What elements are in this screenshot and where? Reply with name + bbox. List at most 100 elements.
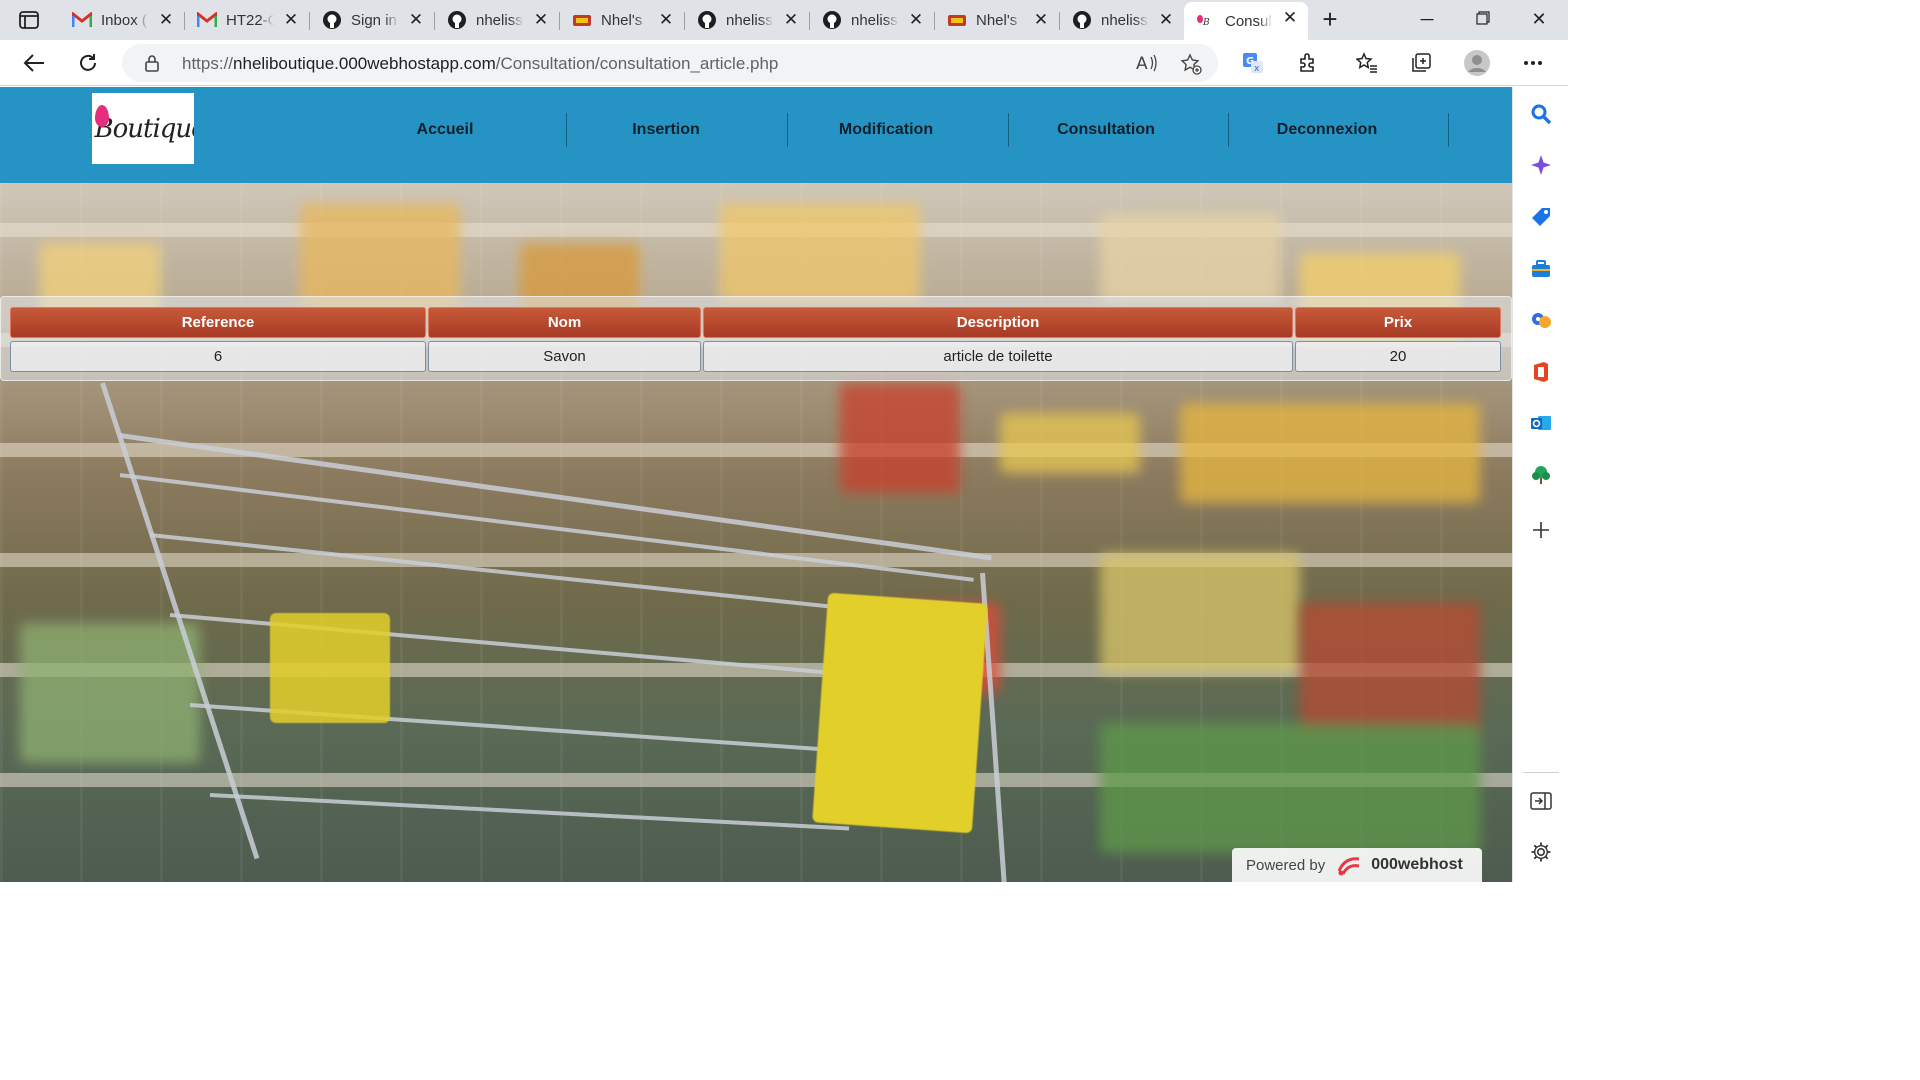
search-icon[interactable] xyxy=(1529,102,1553,126)
tab-actions-button[interactable] xyxy=(10,6,48,34)
tab-title: Nhel's xyxy=(601,11,643,29)
nav-deconnexion[interactable]: Deconnexion xyxy=(1227,113,1427,147)
pin-icon xyxy=(95,105,109,127)
nav-modification[interactable]: Modification xyxy=(786,113,986,147)
tab-title: Inbox ( xyxy=(101,11,147,29)
hide-sidebar-icon[interactable] xyxy=(1529,789,1553,813)
github-icon xyxy=(822,10,842,30)
browser-tab[interactable]: Sign in ✕ xyxy=(310,4,435,36)
svg-text:B: B xyxy=(1202,18,1210,28)
close-icon[interactable]: ✕ xyxy=(283,11,299,28)
translate-icon[interactable]: Gx xyxy=(1239,49,1267,77)
powered-by-badge[interactable]: Powered by 000webhost xyxy=(1232,848,1482,882)
tab-strip: Inbox ( ✕ HT22-C ✕ Sign in ✕ nheliss ✕ N… xyxy=(0,0,1568,40)
tools-briefcase-icon[interactable] xyxy=(1529,257,1553,281)
new-tab-button[interactable]: + xyxy=(1316,6,1344,34)
gmail-icon xyxy=(197,10,217,30)
tree-icon[interactable] xyxy=(1529,463,1553,487)
browser-tab[interactable]: Inbox ( ✕ xyxy=(60,4,185,36)
close-icon[interactable]: ✕ xyxy=(1033,11,1049,28)
table-cell-reference: 6 xyxy=(10,341,426,372)
gmail-icon xyxy=(72,10,92,30)
extensions-icon[interactable] xyxy=(1294,49,1322,77)
address-toolbar: https://nheliboutique.000webhostapp.com/… xyxy=(0,40,1568,86)
tab-title: Sign in xyxy=(351,11,397,29)
tab-title: Consul xyxy=(1225,12,1272,30)
nav-consultation[interactable]: Consultation xyxy=(1006,113,1206,147)
collections-icon[interactable] xyxy=(1407,49,1435,77)
github-icon xyxy=(1072,10,1092,30)
column-header-prix: Prix xyxy=(1295,307,1501,338)
table-cell-prix: 20 xyxy=(1295,341,1501,372)
close-icon[interactable]: ✕ xyxy=(408,11,424,28)
favorites-icon[interactable] xyxy=(1353,49,1381,77)
tab-title: HT22-C xyxy=(226,11,274,29)
close-icon[interactable]: ✕ xyxy=(783,11,799,28)
browser-tab[interactable]: nheliss ✕ xyxy=(1060,4,1184,36)
close-icon[interactable]: ✕ xyxy=(533,11,549,28)
office-icon[interactable] xyxy=(1529,360,1553,384)
browser-tab-active[interactable]: B Consul ✕ xyxy=(1184,2,1308,40)
tab-title: nheliss xyxy=(476,11,523,29)
add-favorite-icon[interactable] xyxy=(1180,53,1202,80)
nav-accueil[interactable]: Accueil xyxy=(345,113,545,147)
powered-by-brand: 000webhost xyxy=(1371,856,1463,873)
copilot-sparkle-icon[interactable] xyxy=(1529,153,1553,177)
close-icon[interactable]: ✕ xyxy=(658,11,674,28)
back-arrow-icon xyxy=(23,54,44,72)
shopping-tag-icon[interactable] xyxy=(1529,205,1553,229)
profile-avatar[interactable] xyxy=(1463,49,1491,77)
cart-handle-tag xyxy=(812,592,988,834)
games-icon[interactable] xyxy=(1529,308,1553,332)
lock-icon[interactable] xyxy=(144,54,160,77)
tab-actions-icon xyxy=(19,11,39,29)
article-table: Reference Nom Description Prix 6 Savon a… xyxy=(0,296,1512,381)
browser-tab[interactable]: nheliss ✕ xyxy=(435,4,560,36)
browser-tab[interactable]: Nhel's ✕ xyxy=(560,4,685,36)
tab-title: nheliss xyxy=(851,11,898,29)
tab-title: nheliss xyxy=(726,11,773,29)
url-text[interactable]: https://nheliboutique.000webhostapp.com/… xyxy=(182,54,778,74)
add-icon[interactable] xyxy=(1529,518,1553,542)
browser-tab[interactable]: HT22-C ✕ xyxy=(185,4,310,36)
github-icon xyxy=(697,10,717,30)
outlook-icon[interactable] xyxy=(1529,411,1553,435)
site-header: Boutique Accueil Insertion Modification … xyxy=(0,87,1512,183)
minimize-button[interactable]: ─ xyxy=(1415,8,1439,32)
edge-sidebar xyxy=(1512,87,1568,882)
table-cell-nom: Savon xyxy=(428,341,701,372)
nhel-icon xyxy=(572,10,592,30)
nav-insertion[interactable]: Insertion xyxy=(566,113,766,147)
browser-tab[interactable]: nheliss ✕ xyxy=(810,4,935,36)
browser-tab[interactable]: nheliss ✕ xyxy=(685,4,810,36)
column-header-nom: Nom xyxy=(428,307,701,338)
restore-button[interactable] xyxy=(1471,8,1495,32)
tab-title: Nhel's xyxy=(976,11,1018,29)
browser-tab[interactable]: Nhel's ✕ xyxy=(935,4,1060,36)
address-bar[interactable]: https://nheliboutique.000webhostapp.com/… xyxy=(122,44,1218,82)
nhel-icon xyxy=(947,10,967,30)
close-icon[interactable]: ✕ xyxy=(1282,9,1298,26)
boutique-logo[interactable]: Boutique xyxy=(92,93,194,164)
boutique-icon: B xyxy=(1196,11,1216,31)
github-icon xyxy=(447,10,467,30)
close-window-button[interactable]: ✕ xyxy=(1527,8,1551,32)
close-icon[interactable]: ✕ xyxy=(1158,11,1174,28)
column-header-reference: Reference xyxy=(10,307,426,338)
settings-gear-icon[interactable] xyxy=(1529,840,1553,864)
close-icon[interactable]: ✕ xyxy=(158,11,174,28)
refresh-icon xyxy=(80,54,96,71)
svg-text:A: A xyxy=(1136,54,1148,73)
page-viewport: Boutique Accueil Insertion Modification … xyxy=(0,87,1512,882)
close-icon[interactable]: ✕ xyxy=(908,11,924,28)
supermarket-background-image xyxy=(0,183,1512,882)
github-icon xyxy=(322,10,342,30)
back-button[interactable] xyxy=(20,49,48,77)
tab-title: nheliss xyxy=(1101,11,1148,29)
powered-by-text: Powered by xyxy=(1246,856,1326,874)
svg-text:x: x xyxy=(1254,64,1260,74)
000webhost-logo-icon xyxy=(1335,853,1363,877)
read-aloud-icon[interactable]: A xyxy=(1136,53,1158,78)
refresh-button[interactable] xyxy=(74,49,102,77)
more-menu-icon[interactable] xyxy=(1519,49,1547,77)
